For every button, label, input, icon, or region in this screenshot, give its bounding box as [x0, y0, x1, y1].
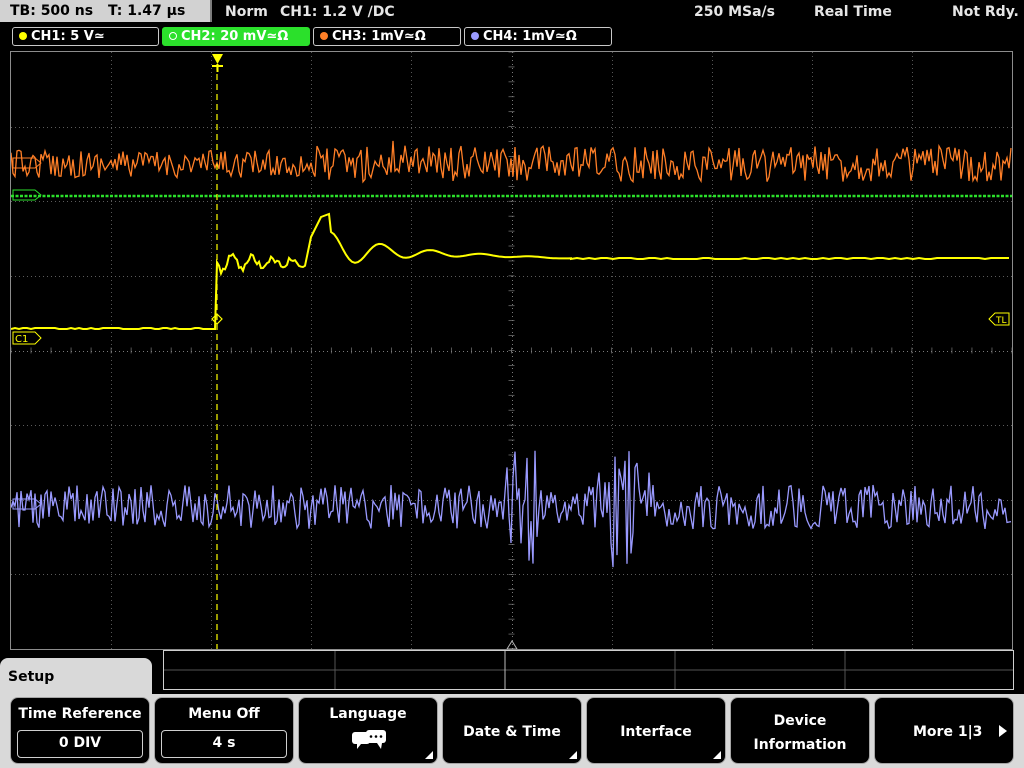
ch4-color-dot-icon: [471, 32, 479, 40]
ch1-ground-marker[interactable]: C1: [12, 331, 42, 345]
ch1-marker-label: C1: [15, 334, 28, 345]
next-page-arrow-icon: [999, 725, 1007, 737]
device-information-title: Device: [773, 713, 827, 729]
more-softkey[interactable]: More 1|3: [874, 697, 1014, 764]
channel-tab-ch1[interactable]: CH1: 5 V≃: [12, 27, 159, 46]
ch1-color-dot-icon: [19, 32, 27, 40]
time-reference-title: Time Reference: [18, 706, 142, 722]
acquisition-mode: Real Time: [814, 4, 892, 20]
date-time-title: Date & Time: [463, 724, 561, 740]
device-information-title2: Information: [753, 737, 847, 753]
time-reference-value: 0 DIV: [17, 730, 143, 758]
waveform-plot: C1 TL: [11, 52, 1012, 649]
interface-title: Interface: [620, 724, 692, 740]
channel-tab-ch2[interactable]: CH2: 20 mV≃Ω: [162, 27, 310, 46]
ch1-label: CH1: 5 V≃: [31, 29, 105, 44]
trigger-info[interactable]: CH1: 1.2 V ∕DC: [280, 2, 395, 22]
acquisition-state: Not Rdy.: [952, 4, 1019, 20]
trigger-time-value: T: 1.47 µs: [107, 3, 186, 19]
language-softkey[interactable]: Language: [298, 697, 438, 764]
ch3-label: CH3: 1mV≃Ω: [332, 29, 426, 44]
waveform-display[interactable]: C1 TL: [10, 51, 1013, 650]
time-reference-softkey[interactable]: Time Reference 0 DIV: [10, 697, 150, 764]
info-strip: [163, 650, 1014, 690]
timebase-value: TB: 500 ns: [10, 3, 94, 19]
ch3-trace: [11, 140, 1012, 184]
speech-bubble-icon: [352, 730, 386, 749]
more-title: More 1|3: [913, 724, 983, 740]
menu-off-softkey[interactable]: Menu Off 4 s: [154, 697, 294, 764]
date-time-softkey[interactable]: Date & Time: [442, 697, 582, 764]
trigger-position-marker-icon[interactable]: [212, 54, 223, 72]
language-title: Language: [329, 706, 407, 722]
timebase-readout[interactable]: TB: 500 ns T: 1.47 µs: [0, 0, 212, 22]
submenu-corner-icon: [569, 751, 577, 759]
ch4-label: CH4: 1mV≃Ω: [483, 29, 577, 44]
menu-off-title: Menu Off: [188, 706, 260, 722]
trigger-level-label: TL: [995, 316, 1007, 326]
setup-menu-tab[interactable]: Setup: [0, 658, 152, 698]
channel-tab-ch3[interactable]: CH3: 1mV≃Ω: [313, 27, 461, 46]
submenu-corner-icon: [425, 751, 433, 759]
status-bar: TB: 500 ns T: 1.47 µs Norm CH1: 1.2 V ∕D…: [0, 0, 1024, 24]
trigger-level-marker[interactable]: TL: [988, 312, 1010, 326]
ch2-color-dot-icon: [169, 32, 177, 40]
interface-softkey[interactable]: Interface: [586, 697, 726, 764]
ch3-ground-marker[interactable]: [12, 157, 42, 169]
sample-rate: 250 MSa/s: [694, 4, 776, 20]
channel-tab-ch4[interactable]: CH4: 1mV≃Ω: [464, 27, 612, 46]
device-information-softkey[interactable]: Device Information: [730, 697, 870, 764]
ch2-label: CH2: 20 mV≃Ω: [181, 29, 289, 44]
ch3-color-dot-icon: [320, 32, 328, 40]
ch4-trace: [11, 450, 1012, 568]
menu-off-value: 4 s: [161, 730, 287, 758]
graticule: [11, 52, 1012, 649]
submenu-corner-icon: [713, 751, 721, 759]
trigger-mode[interactable]: Norm: [225, 2, 268, 22]
